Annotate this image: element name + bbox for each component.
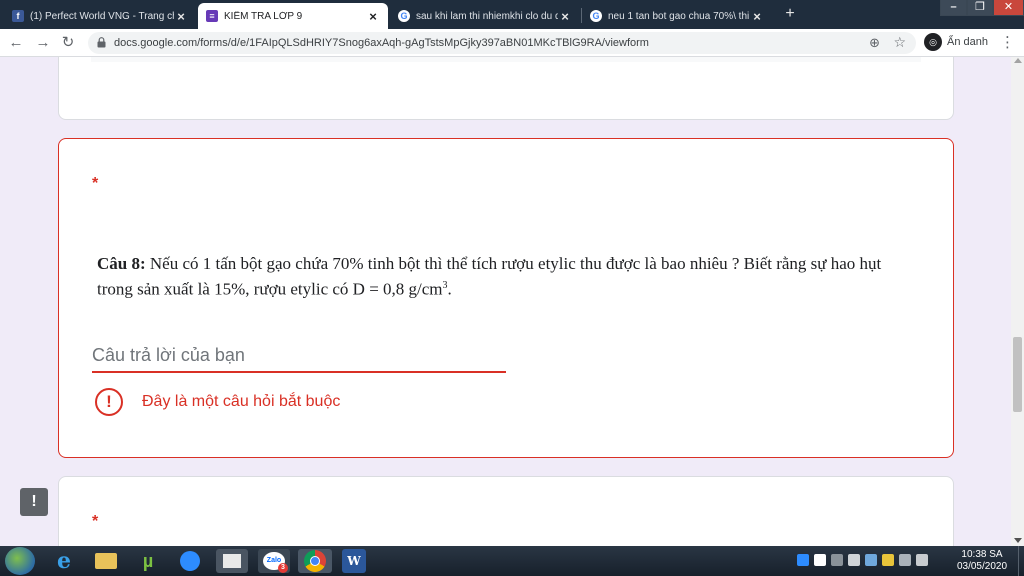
previous-answer-area: [91, 57, 921, 62]
required-asterisk: *: [92, 513, 99, 530]
zoom-icon[interactable]: ⊕: [869, 35, 880, 51]
error-message: Đây là một câu hỏi bắt buộc: [142, 393, 341, 410]
reload-button[interactable]: ↻: [58, 33, 78, 53]
system-tray: [797, 554, 928, 566]
taskbar-clock[interactable]: 10:38 SA 03/05/2020: [952, 549, 1012, 573]
restore-button[interactable]: ❐: [967, 0, 993, 16]
form-page: * Câu 8: Nếu có 1 tấn bột gạo chứa 70% t…: [0, 57, 1011, 546]
clock-date: 03/05/2020: [956, 561, 1008, 572]
back-button[interactable]: ←: [6, 33, 26, 53]
tray-zoom-icon[interactable]: [797, 554, 809, 566]
new-tab-button[interactable]: +: [781, 5, 799, 23]
close-window-button[interactable]: ✕: [993, 0, 1024, 16]
next-question-card: *: [58, 476, 954, 546]
tab-label: neu 1 tan bot gao chua 70%\ thi: [608, 10, 750, 22]
forward-button[interactable]: →: [33, 33, 53, 53]
close-icon[interactable]: ×: [366, 9, 380, 24]
zalo-badge: 3: [278, 563, 288, 573]
tab-perfect-world[interactable]: f (1) Perfect World VNG - Trang chủ ×: [4, 3, 196, 29]
question-8-card: * Câu 8: Nếu có 1 tấn bột gạo chứa 70% t…: [58, 138, 954, 458]
scrollbar-thumb[interactable]: [1013, 337, 1022, 412]
tab-kiem-tra[interactable]: ≡ KIỂM TRA LỚP 9 ×: [198, 3, 388, 29]
utorrent-icon[interactable]: µ: [132, 549, 164, 573]
close-icon[interactable]: ×: [174, 9, 188, 24]
tray-display-icon[interactable]: [899, 554, 911, 566]
tray-keyboard-icon[interactable]: [882, 554, 894, 566]
question-text: Câu 8: Nếu có 1 tấn bột gạo chứa 70% tin…: [97, 253, 917, 301]
tray-speaker-icon[interactable]: [916, 554, 928, 566]
zalo-icon[interactable]: Zalo 3: [258, 549, 290, 573]
question-body: Nếu có 1 tấn bột gạo chứa 70% tinh bột t…: [97, 254, 882, 299]
windows-taskbar: e µ Zalo 3 W 10:38 SA 03/05/2020: [0, 546, 1024, 576]
tab-label: KIỂM TRA LỚP 9: [224, 10, 303, 22]
zoom-icon[interactable]: [174, 549, 206, 573]
lock-icon: [97, 37, 106, 48]
url-text: docs.google.com/forms/d/e/1FAIpQLSdHRIY7…: [114, 37, 649, 49]
tab-label: (1) Perfect World VNG - Trang chủ: [30, 10, 174, 22]
ie-icon[interactable]: e: [48, 548, 80, 574]
start-button[interactable]: [5, 547, 35, 575]
facebook-icon: f: [12, 10, 24, 22]
browser-toolbar: ← → ↻ docs.google.com/forms/d/e/1FAIpQLS…: [0, 29, 1024, 57]
google-forms-icon: ≡: [206, 10, 218, 22]
report-feedback-icon[interactable]: !: [20, 488, 48, 516]
answer-input[interactable]: [92, 339, 506, 373]
scroll-down-icon[interactable]: [1014, 538, 1022, 543]
close-icon[interactable]: ×: [558, 9, 572, 24]
show-desktop-button[interactable]: [1018, 546, 1024, 576]
tray-network-icon[interactable]: [831, 554, 843, 566]
app-icon[interactable]: [216, 549, 248, 573]
previous-question-card: [58, 57, 954, 120]
error-icon: !: [95, 388, 123, 416]
tray-bluetooth-icon[interactable]: [865, 554, 877, 566]
file-explorer-icon[interactable]: [90, 549, 122, 573]
page-scrollbar[interactable]: [1011, 57, 1024, 546]
google-icon: G: [590, 10, 602, 22]
google-icon: G: [398, 10, 410, 22]
question-number: Câu 8:: [97, 254, 146, 273]
browser-tab-strip: f (1) Perfect World VNG - Trang chủ × ≡ …: [0, 0, 1024, 29]
required-error: ! Đây là một câu hỏi bắt buộc: [95, 388, 340, 416]
tray-volume-icon[interactable]: [848, 554, 860, 566]
chrome-icon[interactable]: [298, 549, 332, 573]
incognito-icon: ◎: [924, 33, 942, 51]
tray-app-icon[interactable]: [814, 554, 826, 566]
question-end: .: [447, 279, 452, 299]
incognito-indicator[interactable]: ◎ Ẩn danh: [924, 33, 988, 51]
word-icon[interactable]: W: [342, 549, 366, 573]
menu-kebab-icon[interactable]: ⋮: [1000, 33, 1015, 53]
address-bar[interactable]: docs.google.com/forms/d/e/1FAIpQLSdHRIY7…: [88, 32, 916, 54]
tab-label: sau khi lam thi nhiemkhi clo du d: [416, 10, 558, 22]
clock-time: 10:38 SA: [961, 549, 1003, 560]
bookmark-star-icon[interactable]: ☆: [893, 34, 906, 51]
scroll-up-icon[interactable]: [1014, 58, 1022, 63]
close-icon[interactable]: ×: [750, 9, 764, 24]
minimize-button[interactable]: –: [940, 0, 967, 16]
required-asterisk: *: [92, 175, 99, 192]
tab-neu-1-tan[interactable]: G neu 1 tan bot gao chua 70%\ thi ×: [582, 3, 772, 29]
incognito-label: Ẩn danh: [947, 36, 988, 48]
tab-sau-khi-lam[interactable]: G sau khi lam thi nhiemkhi clo du d ×: [390, 3, 580, 29]
